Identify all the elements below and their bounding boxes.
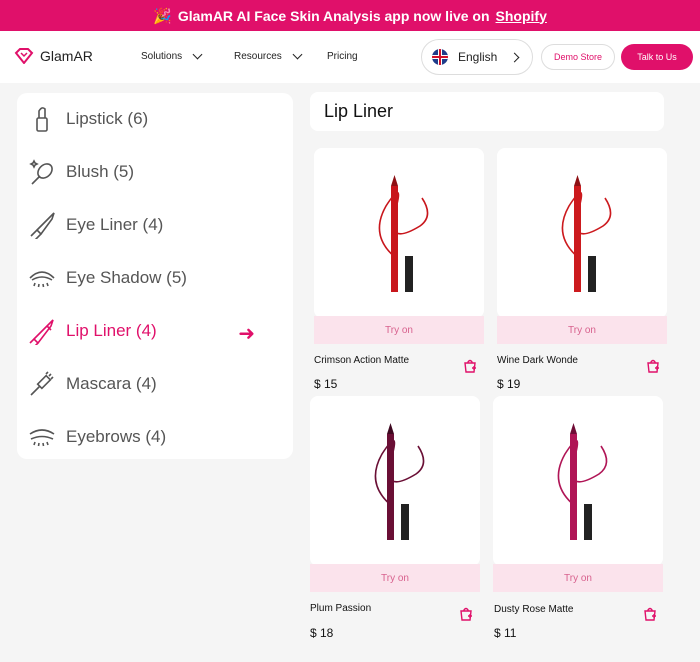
nav-solutions-label: Solutions xyxy=(141,51,183,62)
logo-text: GlamAR xyxy=(40,48,93,64)
arrow-right-icon: ➜ xyxy=(238,323,255,345)
nav-pricing[interactable]: Pricing xyxy=(327,51,358,62)
add-to-bag-icon[interactable] xyxy=(643,607,657,621)
nav-resources-label: Resources xyxy=(234,51,282,62)
try-on-button[interactable]: Try on xyxy=(310,564,480,592)
mascara-icon xyxy=(27,369,57,399)
category-sidebar: Lipstick (6) Blush (5) Eye Liner (4) Eye… xyxy=(17,93,293,459)
sidebar-item-lipstick[interactable]: Lipstick (6) xyxy=(27,98,285,140)
add-to-bag-icon[interactable] xyxy=(646,359,660,373)
eye-liner-icon xyxy=(27,210,57,240)
product-name[interactable]: Crimson Action Matte xyxy=(314,355,409,366)
banner-text: GlamAR AI Face Skin Analysis app now liv… xyxy=(177,7,490,24)
chevron-down-icon xyxy=(292,49,303,60)
sidebar-item-label: Lipstick (6) xyxy=(66,109,149,128)
sidebar-item-blush[interactable]: Blush (5) xyxy=(27,151,285,193)
nav-solutions[interactable]: Solutions xyxy=(141,49,203,62)
sidebar-item-mascara[interactable]: Mascara (4) xyxy=(27,363,285,405)
add-to-bag-icon[interactable] xyxy=(459,607,473,621)
blush-icon xyxy=(27,157,57,187)
product-card[interactable]: Try on xyxy=(310,396,480,592)
product-card[interactable]: Try on xyxy=(314,148,484,344)
sidebar-item-label: Lip Liner (4) xyxy=(66,321,157,340)
talk-to-us-button[interactable]: Talk to Us xyxy=(621,44,693,70)
sidebar-item-label: Eye Liner (4) xyxy=(66,215,164,234)
add-to-bag-icon[interactable] xyxy=(463,359,477,373)
product-price: $ 18 xyxy=(310,626,334,640)
sidebar-item-label: Eye Shadow (5) xyxy=(66,268,187,287)
lipstick-icon xyxy=(27,104,57,134)
product-image[interactable] xyxy=(493,396,663,566)
chevron-right-icon xyxy=(509,52,520,63)
logo[interactable]: GlamAR xyxy=(14,48,93,64)
product-price: $ 19 xyxy=(497,377,521,391)
product-card[interactable]: Try on xyxy=(493,396,663,592)
uk-flag-icon xyxy=(432,49,448,65)
product-image[interactable] xyxy=(497,148,667,318)
top-nav: GlamAR Solutions Resources Pricing Engli… xyxy=(0,31,700,83)
sidebar-item-label: Mascara (4) xyxy=(66,374,157,393)
sidebar-item-label: Blush (5) xyxy=(66,162,135,181)
product-name[interactable]: Plum Passion xyxy=(310,603,371,614)
lip-liner-icon xyxy=(27,316,57,346)
language-selector[interactable]: English xyxy=(421,39,533,75)
product-price: $ 11 xyxy=(494,626,517,640)
diamond-logo-icon xyxy=(14,48,34,64)
product-image[interactable] xyxy=(310,396,480,566)
product-name[interactable]: Wine Dark Wonde xyxy=(497,355,578,366)
product-card[interactable]: Try on xyxy=(497,148,667,344)
eye-shadow-icon xyxy=(27,263,57,293)
product-name[interactable]: Dusty Rose Matte xyxy=(494,604,573,615)
sidebar-item-label: Eyebrows (4) xyxy=(66,427,167,446)
sidebar-item-eye-liner[interactable]: Eye Liner (4) xyxy=(27,204,285,246)
page-title: Lip Liner xyxy=(310,92,664,131)
sidebar-item-eyebrows[interactable]: Eyebrows (4) xyxy=(27,416,285,458)
product-image[interactable] xyxy=(314,148,484,318)
sidebar-item-eye-shadow[interactable]: Eye Shadow (5) xyxy=(27,257,285,299)
shopify-link[interactable]: Shopify xyxy=(496,8,547,24)
product-price: $ 15 xyxy=(314,377,338,391)
announcement-banner: 🎉 GlamAR AI Face Skin Analysis app now l… xyxy=(0,0,700,31)
try-on-button[interactable]: Try on xyxy=(493,564,663,592)
try-on-button[interactable]: Try on xyxy=(497,316,667,344)
try-on-button[interactable]: Try on xyxy=(314,316,484,344)
sidebar-item-lip-liner[interactable]: Lip Liner (4) ➜ xyxy=(27,310,285,352)
chevron-down-icon xyxy=(192,49,203,60)
demo-store-button[interactable]: Demo Store xyxy=(541,44,615,70)
nav-resources[interactable]: Resources xyxy=(234,49,303,62)
language-label: English xyxy=(458,50,498,64)
party-popper-icon: 🎉 xyxy=(153,7,172,25)
nav-pricing-label: Pricing xyxy=(327,51,358,62)
eyebrows-icon xyxy=(27,422,57,452)
